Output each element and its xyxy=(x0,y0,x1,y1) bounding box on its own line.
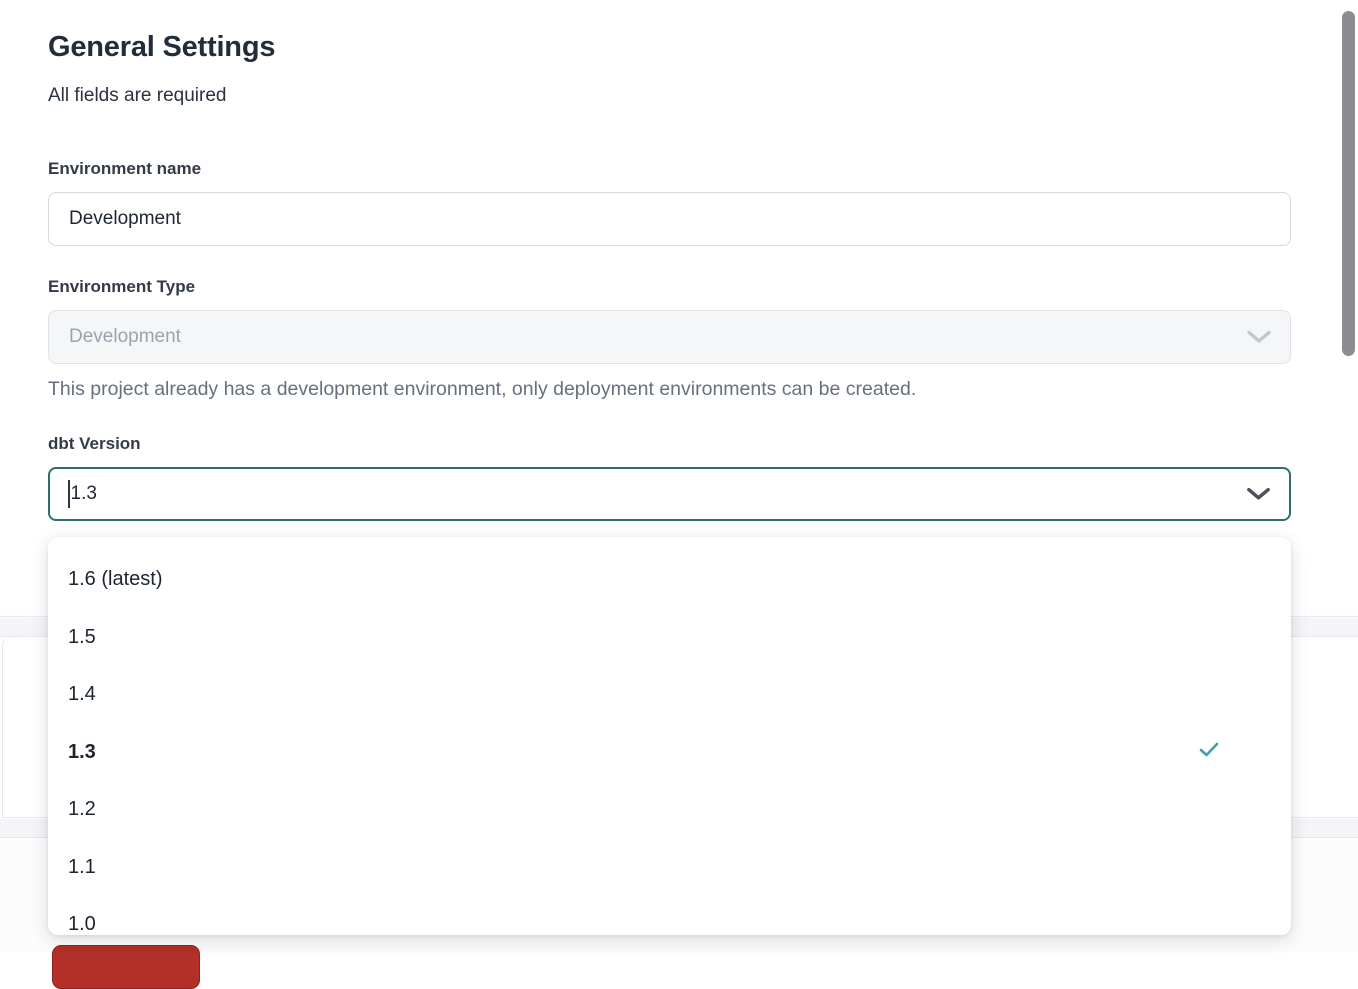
dbt-version-dropdown: 1.6 (latest) 1.5 1.4 1.3 1.2 1.1 1.0 xyxy=(48,537,1291,935)
option-label: 1.1 xyxy=(68,856,96,879)
check-icon xyxy=(1199,741,1219,764)
environment-type-select: Development xyxy=(48,310,1291,364)
dbt-version-combobox[interactable]: 1.3 xyxy=(48,467,1291,521)
dbt-version-listbox: 1.6 (latest) 1.5 1.4 1.3 1.2 1.1 1.0 xyxy=(48,551,1291,935)
dbt-version-option[interactable]: 1.0 xyxy=(48,896,1291,935)
dbt-version-option[interactable]: 1.6 (latest) xyxy=(48,551,1291,609)
text-cursor xyxy=(68,480,70,508)
option-label: 1.0 xyxy=(68,913,96,935)
environment-name-input[interactable] xyxy=(48,192,1291,246)
dbt-version-label: dbt Version xyxy=(48,434,141,454)
chevron-down-icon xyxy=(1246,329,1272,345)
environment-type-helper: This project already has a development e… xyxy=(48,378,916,401)
option-label: 1.5 xyxy=(68,626,96,649)
environment-type-label: Environment Type xyxy=(48,277,195,297)
dbt-version-option[interactable]: 1.2 xyxy=(48,781,1291,839)
option-label: 1.4 xyxy=(68,683,96,706)
chevron-down-icon[interactable] xyxy=(1246,486,1271,502)
option-label: 1.3 xyxy=(68,741,96,764)
environment-name-label: Environment name xyxy=(48,159,201,179)
page-subtitle: All fields are required xyxy=(48,85,226,107)
dbt-version-option[interactable]: 1.1 xyxy=(48,839,1291,897)
option-label: 1.6 (latest) xyxy=(68,568,162,591)
dbt-version-option[interactable]: 1.5 xyxy=(48,609,1291,667)
dbt-version-option[interactable]: 1.4 xyxy=(48,666,1291,724)
environment-type-value: Development xyxy=(69,326,181,348)
option-label: 1.2 xyxy=(68,798,96,821)
page-title: General Settings xyxy=(48,31,275,64)
dropdown-scrollbar-thumb[interactable] xyxy=(1342,11,1355,356)
dbt-version-value: 1.3 xyxy=(71,483,97,505)
dbt-version-option[interactable]: 1.3 xyxy=(48,724,1291,782)
